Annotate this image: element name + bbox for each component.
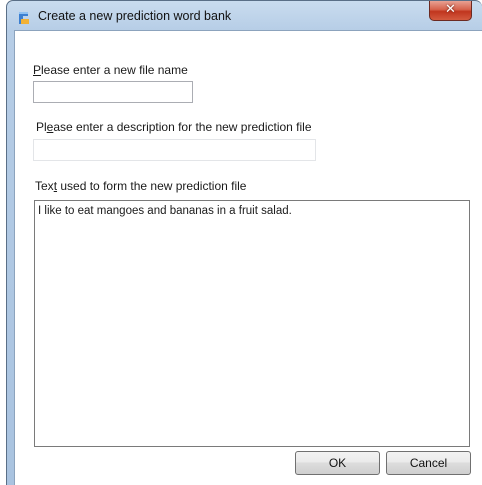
file-name-label-accelerator: P: [33, 63, 42, 77]
title-bar[interactable]: Create a new prediction word bank ✕: [7, 1, 482, 31]
file-name-label: Please enter a new file name: [33, 63, 188, 77]
description-label-text-b: ase enter a description for the new pred…: [53, 120, 312, 134]
ok-button[interactable]: OK: [295, 451, 380, 475]
window-title: Create a new prediction word bank: [38, 9, 232, 23]
prediction-app-icon: [19, 12, 29, 24]
file-name-label-text-b: lease enter a new file name: [41, 63, 188, 77]
text-label: Text used to form the new prediction fil…: [35, 179, 246, 193]
description-label-text-a: Pl: [36, 120, 47, 134]
text-label-text-b: used to form the new prediction file: [57, 179, 247, 193]
close-button[interactable]: ✕: [429, 1, 472, 21]
description-input[interactable]: [33, 139, 316, 161]
dialog-body: Please enter a new file name Please ente…: [14, 30, 482, 485]
description-label: Please enter a description for the new p…: [36, 120, 312, 134]
prediction-text-area[interactable]: I like to eat mangoes and bananas in a f…: [34, 200, 470, 447]
cancel-button[interactable]: Cancel: [386, 451, 471, 475]
file-name-input[interactable]: [33, 81, 193, 103]
close-icon: ✕: [445, 2, 456, 17]
text-label-text-a: Tex: [35, 179, 54, 193]
